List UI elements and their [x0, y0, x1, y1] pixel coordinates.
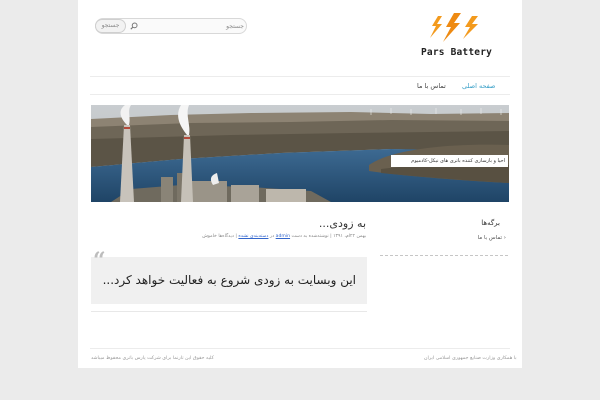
banner-caption: احیا و بازسازی کننده باتری های نیکل-کادم… [391, 155, 508, 167]
post-author-link[interactable]: admin [276, 234, 290, 239]
sidebar-widget-title: برگه‌ها [481, 219, 500, 227]
sidebar-item-contact[interactable]: ‹ تماس با ما [380, 235, 506, 241]
post-title[interactable]: به زودی... [200, 217, 366, 230]
search-icon[interactable] [130, 22, 138, 30]
logo-text[interactable]: Pars Battery [421, 47, 507, 58]
sidebar-divider [380, 255, 508, 256]
quote-text: این وبسایت به زودی شروع به فعالیت خواهد … [102, 273, 356, 287]
post-meta-in: در [269, 234, 275, 239]
post-meta-date: بهمن ۲۲ام، ۱۳۹۱ | نوشته‌شده به دست [291, 234, 366, 239]
quote-icon: “ [93, 248, 106, 274]
search-input[interactable] [142, 20, 244, 32]
post-category-link[interactable]: دسته‌بندی نشده [238, 234, 268, 239]
sidebar-item-label[interactable]: تماس با ما [478, 235, 502, 241]
post-divider [91, 311, 367, 312]
footer-divider [90, 348, 510, 349]
nav-divider [90, 94, 510, 95]
banner-image [91, 105, 509, 202]
post-meta: بهمن ۲۲ام، ۱۳۹۱ | نوشته‌شده به دست admin… [140, 234, 366, 239]
header-divider [90, 76, 510, 77]
post-comments-status: | دیدگاه‌ها خاموش [202, 234, 237, 239]
nav-contact[interactable]: تماس با ما [417, 81, 446, 91]
nav-home[interactable]: صفحه اصلی [462, 81, 495, 91]
footer-copyright: کلیه حقوق این تارنما برای شرکت پارس باتر… [91, 356, 214, 361]
search-button[interactable]: جستجو [95, 19, 126, 33]
footer-credit: با همکاری وزارت صنایع جمهوری اسلامی ایرا… [424, 356, 517, 361]
